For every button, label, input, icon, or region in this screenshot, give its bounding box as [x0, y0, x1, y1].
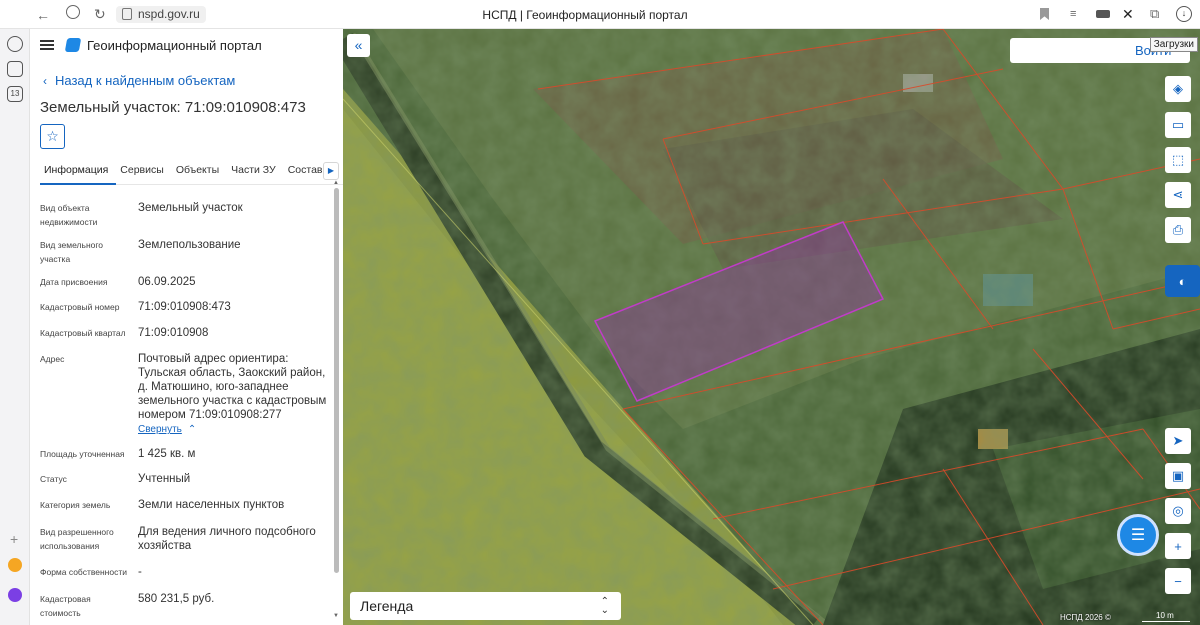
scroll-up-icon[interactable]: ▲: [333, 180, 339, 186]
back-link-label: Назад к найденным объектам: [55, 73, 236, 88]
panel-scrollbar[interactable]: [334, 188, 339, 573]
favorite-button[interactable]: ☆: [40, 124, 65, 149]
field-value: Для ведения личного подсобного хозяйства: [138, 526, 316, 552]
star-icon: ☆: [46, 128, 59, 144]
map-copyright: НСПД 2026 ©: [1060, 613, 1111, 622]
field-value: -: [138, 566, 142, 578]
panel-header: Геоинформационный портал: [30, 29, 343, 61]
tab-services[interactable]: Сервисы: [116, 159, 172, 185]
assistant-button[interactable]: ◐: [1165, 265, 1200, 297]
share-icon: ⋖: [1172, 187, 1184, 202]
tab-objects[interactable]: Объекты: [172, 159, 227, 185]
field-label: Кадастровый квартал: [40, 328, 126, 338]
chevron-up-icon: ⌃: [187, 424, 197, 435]
menu-burger-icon[interactable]: [40, 40, 54, 50]
double-chevron-left-icon: «: [354, 37, 363, 53]
field-label: Дата присвоения: [40, 277, 108, 287]
downloads-tooltip: Загрузки: [1149, 37, 1198, 52]
field-label: Вид земельного участка: [40, 240, 104, 264]
legend-select[interactable]: Легенда ⌃ ⌄: [350, 592, 621, 620]
field-label: Кадастровая стоимость: [40, 594, 91, 618]
measure-button[interactable]: ▭: [1165, 112, 1191, 138]
bookmarks-icon[interactable]: [7, 61, 23, 77]
navigation-arrow-icon: ➤: [1172, 433, 1184, 448]
pin-button[interactable]: ◎: [1165, 498, 1191, 524]
tabs-scroll-right-icon[interactable]: ▶: [323, 162, 339, 180]
field-label: Адрес: [40, 354, 65, 364]
legend-label: Легенда: [360, 598, 414, 614]
field-label: Площадь уточненная: [40, 449, 125, 459]
field-label: Категория земель: [40, 500, 111, 510]
field-label: Вид объекта недвижимости: [40, 203, 98, 227]
field-label: Статус: [40, 474, 67, 484]
select-area-button[interactable]: ⬚: [1165, 147, 1191, 173]
minimap-button[interactable]: ▣: [1165, 463, 1191, 489]
map-view[interactable]: [343, 29, 1200, 625]
browser-sidebar: 13 +: [0, 0, 30, 625]
add-icon[interactable]: +: [10, 531, 18, 547]
scale-label: 10 m: [1156, 611, 1174, 620]
locate-button[interactable]: ➤: [1165, 428, 1191, 454]
minus-icon: −: [1174, 573, 1182, 589]
portal-title: Геоинформационный портал: [87, 37, 262, 53]
field-label: Форма собственности: [40, 567, 127, 577]
field-value: Землепользование: [138, 239, 241, 251]
chat-button[interactable]: ☰: [1117, 514, 1159, 556]
select-area-icon: ⬚: [1171, 152, 1185, 167]
scroll-down-icon[interactable]: ▼: [333, 613, 339, 619]
zoom-in-button[interactable]: +: [1165, 533, 1191, 559]
extension-logo-icon[interactable]: ✕: [1122, 6, 1134, 23]
info-panel: Геоинформационный портал ‹ Назад к найден…: [30, 29, 343, 625]
print-button[interactable]: ⎙: [1165, 217, 1191, 243]
layers-icon: ◈: [1173, 81, 1183, 96]
zoom-out-button[interactable]: −: [1165, 568, 1191, 594]
back-link[interactable]: ‹ Назад к найденным объектам: [43, 73, 235, 88]
field-value: 580 231,5 руб.: [138, 593, 215, 605]
alice-icon[interactable]: [8, 588, 22, 602]
field-value: Учтенный: [138, 473, 191, 485]
field-value: 71:09:010908: [138, 327, 209, 339]
share-button[interactable]: ⋖: [1165, 182, 1191, 208]
field-value: 06.09.2025: [138, 276, 196, 288]
puzzle-icon[interactable]: ⧉: [1150, 6, 1159, 22]
extension-icon[interactable]: [1096, 10, 1110, 18]
field-value: 71:09:010908:473: [138, 301, 231, 313]
tab-info[interactable]: Информация: [40, 159, 117, 185]
field-value: Земли населенных пунктов: [138, 499, 285, 511]
tabs-bar: Информация Сервисы Объекты Части ЗУ Сост…: [40, 159, 343, 185]
satellite-imagery: [343, 29, 1200, 625]
plus-icon: +: [1174, 538, 1182, 554]
map-scale: 10 m: [1142, 611, 1190, 622]
collapse-address-link[interactable]: Свернуть ⌃: [138, 424, 196, 435]
chevron-left-icon: ‹: [43, 74, 47, 88]
layers-button[interactable]: ◈: [1165, 76, 1191, 102]
pin-icon: ◎: [1172, 503, 1184, 518]
ruler-icon: ▭: [1171, 117, 1185, 132]
field-value: 1 425 кв. м: [138, 448, 196, 460]
field-value: Почтовый адрес ориентира: Тульская облас…: [138, 353, 327, 421]
menu-icon[interactable]: ≡: [1070, 8, 1076, 20]
tab-parts[interactable]: Части ЗУ: [227, 159, 284, 185]
counter-icon[interactable]: 13: [7, 86, 23, 102]
chat-icon: ☰: [1130, 527, 1146, 544]
print-icon: ⎙: [1172, 222, 1184, 237]
minimap-icon: ▣: [1171, 468, 1185, 483]
object-title: Земельный участок: 71:09:010908:473: [40, 99, 306, 116]
field-label: Вид разрешенного использования: [40, 527, 114, 551]
play-icon[interactable]: [7, 36, 23, 52]
assistant-icon: ◐: [1178, 273, 1187, 289]
downloads-icon[interactable]: ↓: [1176, 6, 1192, 22]
updown-chevron-icon: ⌃ ⌄: [600, 596, 609, 616]
app-icon[interactable]: [8, 558, 22, 572]
collapse-label: Свернуть: [138, 424, 182, 435]
tab-title: НСПД | Геоинформационный портал: [482, 8, 688, 22]
collapse-panel-button[interactable]: «: [347, 34, 370, 57]
field-value: Земельный участок: [138, 202, 243, 214]
browser-toolbar: ← ↻ nspd.gov.ru НСПД | Геоинформационный…: [0, 0, 1200, 29]
portal-logo-icon: [64, 38, 82, 52]
field-label: Кадастровый номер: [40, 302, 120, 312]
